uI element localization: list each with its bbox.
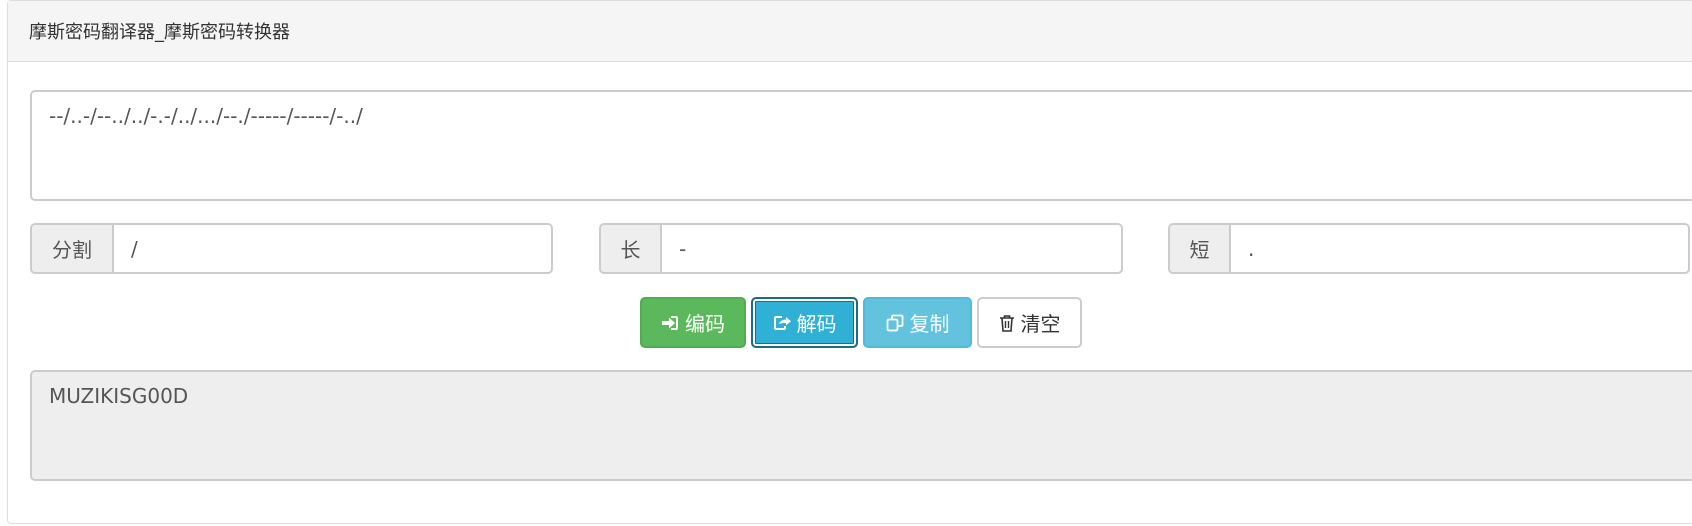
morse-input[interactable]: --/..-/--../../-.-/../.../--./-----/----… xyxy=(30,90,1692,201)
sign-in-icon xyxy=(661,315,679,331)
long-label: 长 xyxy=(599,223,660,274)
decode-button[interactable]: 解码 xyxy=(751,297,858,348)
short-input[interactable] xyxy=(1229,223,1690,274)
short-input-group: 短 xyxy=(1168,223,1690,274)
long-input[interactable] xyxy=(660,223,1123,274)
trash-icon xyxy=(999,314,1015,332)
split-input[interactable] xyxy=(112,223,553,274)
short-label: 短 xyxy=(1168,223,1229,274)
copy-icon xyxy=(886,314,904,332)
copy-label: 复制 xyxy=(909,312,950,336)
split-input-group: 分割 xyxy=(30,223,553,274)
long-input-group: 长 xyxy=(599,223,1123,274)
clear-button[interactable]: 清空 xyxy=(977,297,1082,348)
panel-title: 摩斯密码翻译器_摩斯密码转换器 xyxy=(8,1,1692,62)
clear-label: 清空 xyxy=(1020,312,1061,336)
encode-label: 编码 xyxy=(685,312,725,336)
split-label: 分割 xyxy=(30,223,112,274)
share-square-icon xyxy=(773,315,791,331)
encode-button[interactable]: 编码 xyxy=(640,297,746,348)
copy-button[interactable]: 复制 xyxy=(863,297,972,348)
decode-label: 解码 xyxy=(796,312,837,336)
result-output[interactable]: MUZIKISG00D xyxy=(30,370,1692,481)
